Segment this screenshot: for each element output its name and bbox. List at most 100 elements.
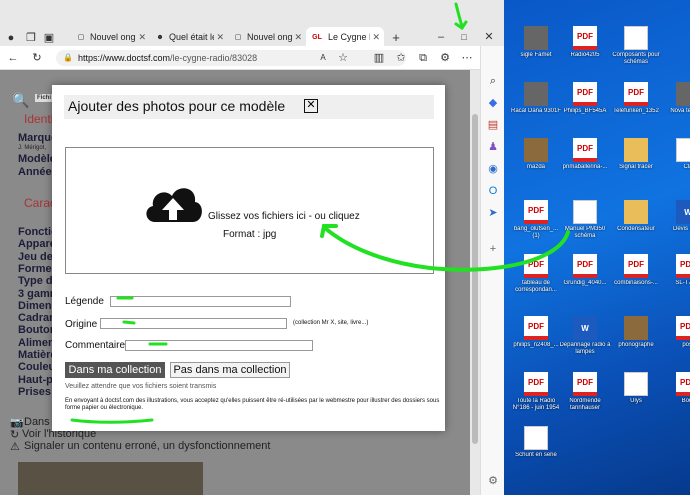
profile-icon[interactable]: ● xyxy=(4,31,18,45)
tab-close-icon[interactable]: ✕ xyxy=(216,32,224,43)
sidebar-add-icon[interactable]: + xyxy=(486,242,500,256)
search-icon[interactable]: 🔍 xyxy=(12,92,29,109)
tab-favicon: GL xyxy=(312,33,322,41)
desktop-icon[interactable]: PDF primaballerina-... xyxy=(559,138,611,171)
workspaces-icon[interactable]: ❐ xyxy=(24,31,38,45)
desktop-icon[interactable]: mazda xyxy=(510,138,562,171)
sidebar-outlook-icon[interactable]: O xyxy=(486,184,500,198)
doc-file-icon xyxy=(624,372,648,396)
desktop-icon[interactable]: PDF Nordmende tannhauser xyxy=(559,372,611,412)
desktop-icon[interactable]: Schunt en serie xyxy=(510,426,562,459)
tab-close-icon[interactable]: ✕ xyxy=(294,32,302,43)
desktop-icon[interactable]: W Devis 1902 xyxy=(662,200,690,233)
sidebar-copilot-icon[interactable]: ◉ xyxy=(486,162,500,176)
commentaire-input[interactable] xyxy=(125,340,313,351)
sidebar-settings-icon[interactable]: ⚙ xyxy=(486,474,500,488)
desktop-icon[interactable]: PDF Toute la Radio N°186 - juin 1954 xyxy=(510,372,562,412)
maximize-icon[interactable]: □ xyxy=(457,30,471,44)
tab-label: Quel était le p xyxy=(169,32,214,42)
desktop-icon[interactable]: Nova te déco xyxy=(662,82,690,115)
split-screen-icon[interactable]: ▥ xyxy=(372,51,386,65)
file-dropzone[interactable]: Glissez vos fichiers ici - ou cliquez Fo… xyxy=(65,147,434,274)
report-link[interactable]: Signaler un contenu erroné, un dysfoncti… xyxy=(24,440,270,452)
desktop-icon[interactable]: PDF Grundig_4040... xyxy=(559,254,611,287)
doc-file-icon xyxy=(624,26,648,50)
collections-icon[interactable]: ⧉ xyxy=(416,51,430,65)
filter-button[interactable]: Fichi xyxy=(35,94,54,102)
desktop-icon[interactable]: PDF tableau de correspondan... xyxy=(510,254,562,294)
extensions-icon[interactable]: ⚙ xyxy=(438,51,452,65)
desktop-icon[interactable]: Racal Dana 9301F xyxy=(510,82,562,115)
identity-heading: Identi xyxy=(24,112,54,126)
desktop-icon[interactable]: phonographe xyxy=(610,316,662,349)
desktop-icon-label: mazda xyxy=(526,164,545,170)
desktop-icon[interactable]: sigle Famet xyxy=(510,26,562,59)
tab-label: Le Cygne Radio xyxy=(328,32,370,42)
modal-close-icon[interactable]: ✕ xyxy=(304,99,318,113)
read-aloud-icon[interactable]: A xyxy=(316,51,330,65)
desktop-icon-label: Schunt en serie xyxy=(515,452,557,458)
sidebar-send-icon[interactable]: ➤ xyxy=(486,206,500,220)
desktop-icon[interactable]: Signal tracer xyxy=(610,138,662,171)
desktop-icon[interactable]: PDF Philips_BF545A xyxy=(559,82,611,115)
tab-page-icon: ▢ xyxy=(77,34,85,41)
desktop-icon[interactable]: PDF Bour xyxy=(662,372,690,405)
more-icon[interactable]: ⋯ xyxy=(460,51,474,65)
minimize-icon[interactable]: – xyxy=(434,30,448,44)
desktop-icon[interactable]: Condensateur xyxy=(610,200,662,233)
desktop-icon-label: Nordmende tannhauser xyxy=(569,398,601,411)
desktop-icon-label: Nova te déco xyxy=(670,108,690,114)
pdf-file-icon: PDF xyxy=(524,254,548,278)
tab-nouvel-onglet-2[interactable]: ▢ Nouvel onglet ✕ xyxy=(229,28,306,46)
url-field[interactable]: 🔒 https://www.doctsf.com/le-cygne-radio/… xyxy=(56,50,406,66)
desktop-icon[interactable]: PDF combinaisons-... xyxy=(610,254,662,287)
desktop-icon-label: philips_n2408_... xyxy=(513,342,559,348)
doc-file-icon xyxy=(676,138,690,162)
pas-dans-ma-collection-button[interactable]: Pas dans ma collection xyxy=(170,362,290,378)
close-window-icon[interactable]: ✕ xyxy=(482,30,496,44)
tab-le-cygne-radio[interactable]: GL Le Cygne Radio ✕ xyxy=(306,27,384,47)
identity-line: Année xyxy=(18,166,52,178)
desktop-icon[interactable]: Cla xyxy=(662,138,690,171)
origine-input[interactable] xyxy=(100,318,287,329)
footer-dans: Dans xyxy=(24,416,50,428)
desktop-icon[interactable]: PDF Telefunken_1352 xyxy=(610,82,662,115)
desktop-icon-label: Toute la Radio N°186 - juin 1954 xyxy=(512,398,560,411)
desktop-icon[interactable]: PDF post xyxy=(662,316,690,349)
desktop-icon-label: Philips_BF545A xyxy=(563,108,607,114)
folder-file-icon xyxy=(624,138,648,162)
desktop-icon[interactable]: Ulys xyxy=(610,372,662,405)
favorites-icon[interactable]: ✩ xyxy=(394,51,408,65)
legende-input[interactable] xyxy=(110,296,291,307)
desktop-icon[interactable]: PDF Radio4205 xyxy=(559,26,611,59)
desktop-icon[interactable]: PDF SL-T7MB xyxy=(662,254,690,287)
commentaire-label: Commentaire xyxy=(65,340,126,351)
desktop-icon[interactable]: Manuel PM350 schéma xyxy=(559,200,611,240)
tab-face-icon: ☻ xyxy=(156,33,164,41)
sidebar-games-icon[interactable]: ♟ xyxy=(486,140,500,154)
back-icon[interactable]: ← xyxy=(6,51,20,65)
desktop-icon[interactable]: PDF philips_n2408_... xyxy=(510,316,562,349)
refresh-icon[interactable]: ↻ xyxy=(30,51,44,65)
desktop-icon[interactable]: W Dépannage radio à lampes xyxy=(559,316,611,356)
sidebar-tag-icon[interactable]: ◆ xyxy=(486,96,500,110)
desktop-icon[interactable]: Composants pour schémas xyxy=(610,26,662,66)
desktop-icon-label: primaballerina-... xyxy=(562,164,608,170)
sidebar-toolbox-icon[interactable]: ▤ xyxy=(486,118,500,132)
favorite-star-icon[interactable]: ☆ xyxy=(336,51,350,65)
tab-close-icon[interactable]: ✕ xyxy=(138,32,146,43)
tab-quel-etait[interactable]: ☻ Quel était le p ✕ xyxy=(151,28,228,46)
scrollbar-thumb[interactable] xyxy=(472,114,478,444)
desktop-icon-label: Manuel PM350 schéma xyxy=(564,226,606,239)
cloud-upload-icon xyxy=(146,188,202,222)
desktop-icon-label: Telefunken_1352 xyxy=(613,108,659,114)
sidebar-search-icon[interactable]: ⌕ xyxy=(486,74,500,88)
origine-hint: (collection Mr X, site, livre...) xyxy=(293,320,369,326)
pdf-file-icon: PDF xyxy=(624,82,648,106)
dans-ma-collection-button[interactable]: Dans ma collection xyxy=(65,362,165,378)
tab-nouvel-onglet-1[interactable]: ▢ Nouvel onglet ✕ xyxy=(72,28,150,46)
desktop-icon[interactable]: PDF bang_olufsen_... (1) xyxy=(510,200,562,240)
tab-actions-icon[interactable]: ▣ xyxy=(42,31,56,45)
new-tab-button[interactable]: + xyxy=(389,31,403,45)
tab-close-icon[interactable]: ✕ xyxy=(372,32,380,43)
